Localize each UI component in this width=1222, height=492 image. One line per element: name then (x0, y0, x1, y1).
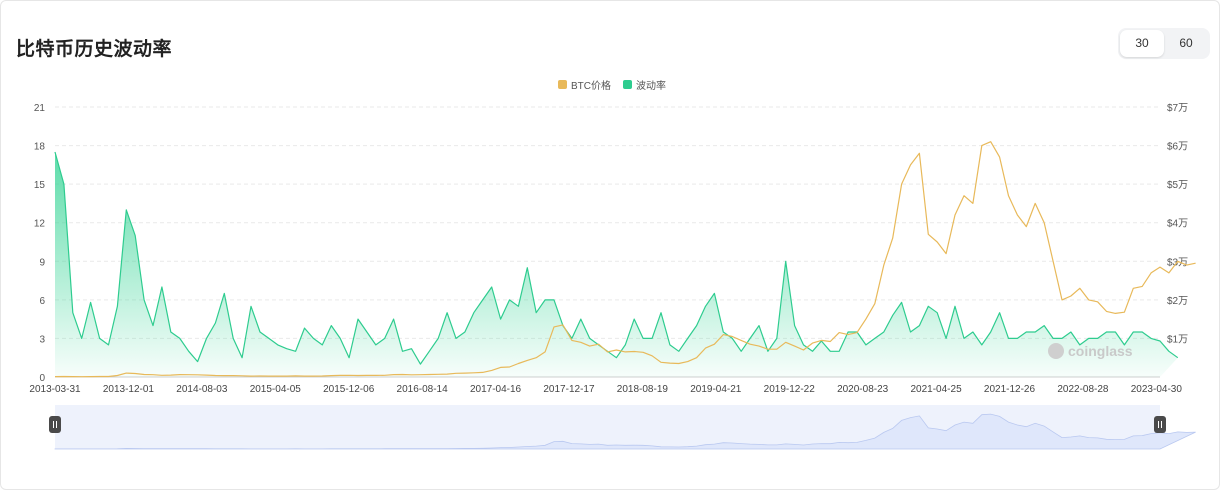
x-tick-label: 2020-08-23 (837, 384, 889, 395)
y-left-tick-labels: 0 3 6 9 12 15 18 21 (34, 103, 46, 384)
y-left-tick-label: 9 (39, 257, 45, 268)
y-right-tick-label: $7万 (1167, 103, 1188, 114)
y-left-tick-label: 18 (34, 142, 46, 153)
y-right-tick-label: $5万 (1167, 180, 1188, 191)
handle-body[interactable] (49, 416, 61, 433)
y-left-tick-label: 0 (39, 373, 45, 384)
x-tick-label: 2015-12-06 (323, 384, 375, 395)
handle-body[interactable] (1154, 416, 1166, 433)
y-left-tick-label: 21 (34, 103, 46, 114)
coinglass-logo-icon (1048, 343, 1064, 359)
x-tick-label: 2021-04-25 (910, 384, 962, 395)
x-tick-label: 2013-12-01 (103, 384, 155, 395)
x-tick-label: 2018-08-19 (617, 384, 669, 395)
chart-svg: 0 3 6 9 12 15 18 21 $1万 $2万 $3万 $4万 $5万 $6万 $7万 2013-03… (29, 103, 1196, 450)
navigator-handle-left[interactable] (49, 416, 61, 433)
x-tick-label: 2013-03-31 (29, 384, 81, 395)
y-right-tick-label: $3万 (1167, 257, 1188, 268)
x-tick-label: 2016-08-14 (397, 384, 449, 395)
x-tick-label: 2023-04-30 (1131, 384, 1183, 395)
y-right-tick-label: $6万 (1167, 142, 1188, 153)
y-left-tick-label: 3 (39, 334, 45, 345)
x-tick-label: 2019-04-21 (690, 384, 742, 395)
y-right-tick-label: $2万 (1167, 296, 1188, 307)
y-right-tick-label: $1万 (1167, 334, 1188, 345)
x-tick-label: 2022-08-28 (1057, 384, 1109, 395)
x-tick-label: 2014-08-03 (176, 384, 228, 395)
volatility-area (55, 152, 1178, 377)
x-tick-labels: 2013-03-31 2013-12-01 2014-08-03 2015-04-05… (29, 384, 1182, 395)
y-left-tick-label: 6 (39, 296, 45, 307)
x-tick-label: 2017-04-16 (470, 384, 522, 395)
x-tick-label: 2019-12-22 (764, 384, 816, 395)
y-left-tick-label: 12 (34, 219, 46, 230)
x-tick-label: 2017-12-17 (543, 384, 595, 395)
x-tick-label: 2021-12-26 (984, 384, 1036, 395)
y-left-tick-label: 15 (34, 180, 46, 191)
y-right-tick-labels: $1万 $2万 $3万 $4万 $5万 $6万 $7万 (1167, 103, 1188, 345)
y-right-tick-label: $4万 (1167, 219, 1188, 230)
x-tick-label: 2015-04-05 (250, 384, 302, 395)
navigator-handle-right[interactable] (1154, 416, 1166, 433)
watermark-text: coinglass (1068, 343, 1133, 359)
watermark: coinglass (1048, 343, 1133, 359)
